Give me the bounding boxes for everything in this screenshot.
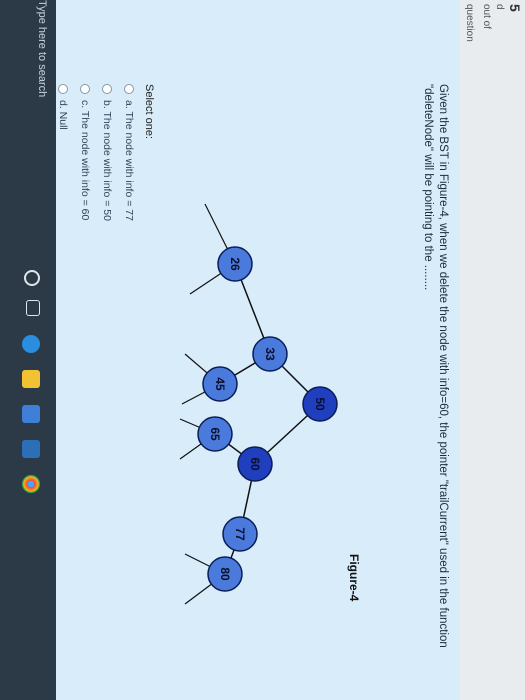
- option-d[interactable]: d. Null: [55, 84, 71, 384]
- status-label: d: [494, 4, 505, 10]
- edge-icon[interactable]: [22, 335, 40, 353]
- mark-label: out of: [481, 4, 492, 30]
- tree-node-50: 50: [302, 386, 338, 422]
- taskbar-search-box[interactable]: Type here to search: [36, 0, 48, 97]
- flag-question-link[interactable]: question: [464, 4, 475, 42]
- option-label: c. The node with info = 60: [79, 100, 91, 221]
- svg-text:60: 60: [248, 457, 262, 471]
- svg-text:65: 65: [208, 427, 222, 441]
- radio-button[interactable]: [124, 84, 134, 94]
- tree-node-65: 65: [197, 416, 233, 452]
- answer-options: Select one: a. The node with info = 77 b…: [49, 84, 155, 384]
- photo-frame: 5 d out of question Given the BST in Fig…: [0, 0, 525, 700]
- option-label: d. Null: [57, 100, 69, 130]
- svg-text:33: 33: [263, 347, 277, 361]
- option-label: a. The node with info = 77: [123, 100, 135, 221]
- question-text: Given the BST in Figure-4, when we delet…: [422, 84, 449, 648]
- windows-taskbar: Type here to search: [0, 0, 56, 700]
- svg-text:77: 77: [233, 527, 247, 541]
- svg-text:45: 45: [213, 377, 227, 391]
- option-c[interactable]: c. The node with info = 60: [77, 84, 93, 384]
- cortana-icon[interactable]: [24, 270, 40, 286]
- option-label: b. The node with info = 50: [101, 100, 113, 221]
- rotated-screen: 5 d out of question Given the BST in Fig…: [0, 0, 525, 700]
- select-one-prompt: Select one:: [143, 84, 155, 140]
- store-icon[interactable]: [22, 405, 40, 423]
- file-explorer-icon[interactable]: [22, 370, 40, 388]
- chrome-icon[interactable]: [22, 475, 40, 493]
- figure-caption: Figure-4: [347, 554, 361, 602]
- quiz-info-bar: 5 d out of question: [459, 0, 525, 700]
- question-number: 5: [507, 4, 523, 12]
- tree-node-60: 60: [237, 446, 273, 482]
- svg-text:50: 50: [313, 397, 327, 411]
- task-view-icon[interactable]: [26, 300, 40, 316]
- radio-button[interactable]: [58, 84, 68, 94]
- tree-node-33: 33: [252, 336, 288, 372]
- radio-button[interactable]: [80, 84, 90, 94]
- question-panel: Given the BST in Figure-4, when we delet…: [56, 0, 460, 700]
- tree-node-26: 26: [217, 246, 253, 282]
- svg-text:80: 80: [218, 567, 232, 581]
- option-b[interactable]: b. The node with info = 50: [99, 84, 115, 384]
- mail-icon[interactable]: [22, 440, 40, 458]
- tree-node-45: 45: [202, 366, 238, 402]
- tree-node-80: 80: [207, 556, 243, 592]
- tree-nodes: 50 33 26 45 60 65 77 80: [197, 246, 338, 592]
- tree-node-77: 77: [222, 516, 258, 552]
- radio-button[interactable]: [102, 84, 112, 94]
- bst-figure: 50 33 26 45 60 65 77 80 Figure-4: [179, 203, 361, 605]
- option-a[interactable]: a. The node with info = 77: [121, 84, 137, 384]
- svg-text:26: 26: [228, 257, 242, 271]
